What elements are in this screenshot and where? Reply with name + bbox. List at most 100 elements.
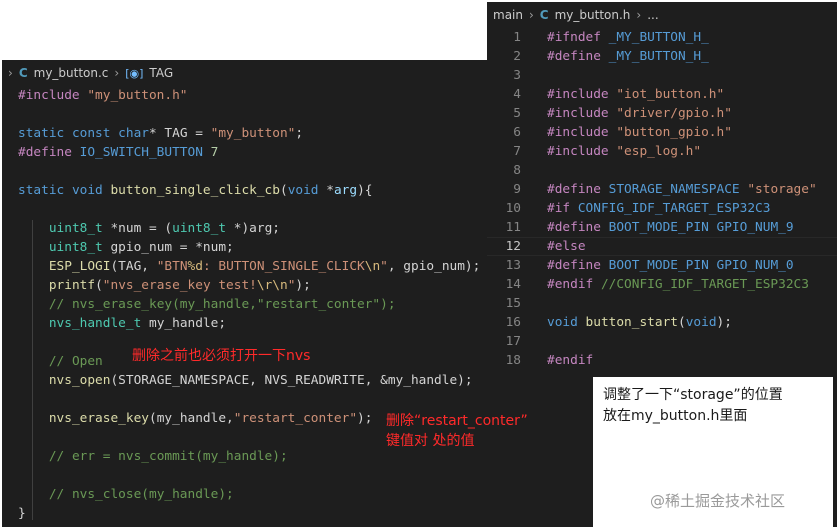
left-editor-panel: › C my_button.c › [◉] TAG #include "my_b… (2, 60, 542, 527)
code-line[interactable]: 5 #include "driver/gpio.h" (487, 104, 837, 123)
code-text: #include "my_button.h" (18, 88, 188, 103)
code-text: #include "esp_log.h" (547, 144, 702, 159)
left-code-area[interactable]: #include "my_button.h"static const char*… (2, 86, 542, 523)
code-text: // Open (48, 354, 103, 369)
breadcrumb-file[interactable]: my_button.c (34, 66, 109, 80)
annotation-erase-line2: 键值对 处的值 (386, 433, 475, 449)
line-number: 2 (513, 49, 521, 64)
annotation-erase-line1: 删除“restart_conter” (386, 413, 528, 429)
line-number: 6 (513, 125, 521, 140)
code-line[interactable]: 10 #if CONFIG_IDF_TARGET_ESP32C3 (487, 199, 837, 218)
line-number: 17 (505, 334, 521, 349)
code-text: #endif (547, 353, 594, 368)
code-text: ESP_LOGI(TAG, "BTN%d: BUTTON_SINGLE_CLIC… (48, 259, 481, 274)
explanation-line1: 调整了一下“storage”的位置 (603, 387, 783, 403)
line-number: 7 (513, 144, 521, 159)
code-line[interactable] (2, 105, 542, 124)
explanation-line2: 放在my_button.h里面 (603, 408, 748, 424)
code-text: // err = nvs_commit(my_handle); (48, 449, 288, 464)
chevron-right-icon: › (636, 8, 642, 22)
code-text: // nvs_close(my_handle); (48, 487, 234, 502)
code-line[interactable]: #define IO_SWITCH_BUTTON 7 (2, 143, 542, 162)
code-line[interactable] (2, 390, 542, 409)
code-line[interactable]: 13 #define BOOT_MODE_PIN GPIO_NUM_0 (487, 256, 837, 275)
line-number: 4 (513, 87, 521, 102)
code-line[interactable]: 14 #endif //CONFIG_IDF_TARGET_ESP32C3 (487, 275, 837, 294)
code-line[interactable]: #include "my_button.h" (2, 86, 542, 105)
code-line[interactable] (2, 200, 542, 219)
line-number: 10 (505, 201, 521, 216)
code-line[interactable]: 15 (487, 294, 837, 313)
code-text: #if CONFIG_IDF_TARGET_ESP32C3 (547, 201, 771, 216)
code-text: } (18, 506, 26, 521)
line-number: 16 (505, 315, 521, 330)
code-text: nvs_erase_key(my_handle,"restart_conter"… (48, 411, 373, 426)
line-number: 9 (513, 182, 521, 197)
code-line[interactable]: nvs_open(STORAGE_NAMESPACE, NVS_READWRIT… (2, 371, 542, 390)
line-number: 12 (505, 239, 521, 254)
code-line[interactable]: 12 #else (487, 237, 837, 256)
code-line[interactable]: 11 #define BOOT_MODE_PIN GPIO_NUM_9 (487, 218, 837, 237)
left-breadcrumb: › C my_button.c › [◉] TAG (2, 60, 542, 86)
code-line[interactable]: // nvs_close(my_handle); (2, 485, 542, 504)
symbol-constant-icon: [◉] (125, 66, 144, 80)
right-code-area[interactable]: 1 #ifndef _MY_BUTTON_H_ 2 #define _MY_BUTTO… (487, 28, 837, 370)
line-number: 5 (513, 106, 521, 121)
annotation-open-note: 删除之前也必须打开一下nvs (132, 348, 311, 364)
code-text: void button_start(void); (547, 315, 732, 330)
code-line[interactable]: 7 #include "esp_log.h" (487, 142, 837, 161)
code-line[interactable]: static void button_single_click_cb(void … (2, 181, 542, 200)
code-text: #define IO_SWITCH_BUTTON 7 (18, 145, 219, 160)
code-text: #endif //CONFIG_IDF_TARGET_ESP32C3 (547, 277, 809, 292)
code-line[interactable]: 9 #define STORAGE_NAMESPACE "storage" (487, 180, 837, 199)
line-number: 15 (505, 296, 521, 311)
code-text: #include "button_gpio.h" (547, 125, 732, 140)
code-line[interactable] (2, 466, 542, 485)
code-text: static void button_single_click_cb(void … (18, 183, 373, 198)
code-line[interactable]: } (2, 504, 542, 523)
code-line[interactable]: 2 #define _MY_BUTTON_H_ (487, 47, 837, 66)
code-line[interactable]: 16 void button_start(void); (487, 313, 837, 332)
code-text: #define BOOT_MODE_PIN GPIO_NUM_9 (547, 220, 794, 235)
code-text: #define _MY_BUTTON_H_ (547, 49, 709, 64)
watermark: @稀土掘金技术社区 (650, 492, 786, 510)
line-number: 18 (505, 353, 521, 368)
chevron-right-icon: › (528, 8, 534, 22)
chevron-right-icon: › (114, 66, 120, 80)
code-text: #else (547, 239, 586, 254)
code-text: static const char* TAG = "my_button"; (18, 126, 304, 141)
line-number: 8 (513, 163, 521, 178)
chevron-right-icon: › (8, 66, 13, 80)
annotation-erase-note: 删除“restart_conter” 键值对 处的值 (386, 411, 546, 451)
line-number: 1 (513, 30, 521, 45)
breadcrumb-folder[interactable]: main (493, 8, 523, 22)
code-line[interactable]: 4 #include "iot_button.h" (487, 85, 837, 104)
code-text: #define STORAGE_NAMESPACE "storage" (547, 182, 817, 197)
code-line[interactable]: 1 #ifndef _MY_BUTTON_H_ (487, 28, 837, 47)
breadcrumb-ellipsis[interactable]: ... (647, 8, 658, 22)
code-line[interactable]: ESP_LOGI(TAG, "BTN%d: BUTTON_SINGLE_CLIC… (2, 257, 542, 276)
code-line[interactable]: nvs_handle_t my_handle; (2, 314, 542, 333)
breadcrumb-symbol[interactable]: TAG (149, 66, 173, 80)
code-line[interactable]: 18 #endif (487, 351, 837, 370)
code-line[interactable]: static const char* TAG = "my_button"; (2, 124, 542, 143)
code-line[interactable] (2, 162, 542, 181)
line-number: 13 (505, 258, 521, 273)
code-line[interactable]: 6 #include "button_gpio.h" (487, 123, 837, 142)
code-text: // nvs_erase_key(my_handle,"restart_cont… (48, 297, 396, 312)
code-line[interactable]: uint8_t gpio_num = *num; (2, 238, 542, 257)
code-text: uint8_t gpio_num = *num; (48, 240, 234, 255)
code-line[interactable]: 17 (487, 332, 837, 351)
code-line[interactable]: 3 (487, 66, 837, 85)
code-line[interactable]: // nvs_erase_key(my_handle,"restart_cont… (2, 295, 542, 314)
code-line[interactable]: 8 (487, 161, 837, 180)
code-line[interactable]: uint8_t *num = (uint8_t *)arg; (2, 219, 542, 238)
line-number: 3 (513, 68, 521, 83)
code-line[interactable]: printf("nvs_erase_key test!\r\n"); (2, 276, 542, 295)
code-text: #ifndef _MY_BUTTON_H_ (547, 30, 709, 45)
breadcrumb-file[interactable]: my_button.h (555, 8, 631, 22)
